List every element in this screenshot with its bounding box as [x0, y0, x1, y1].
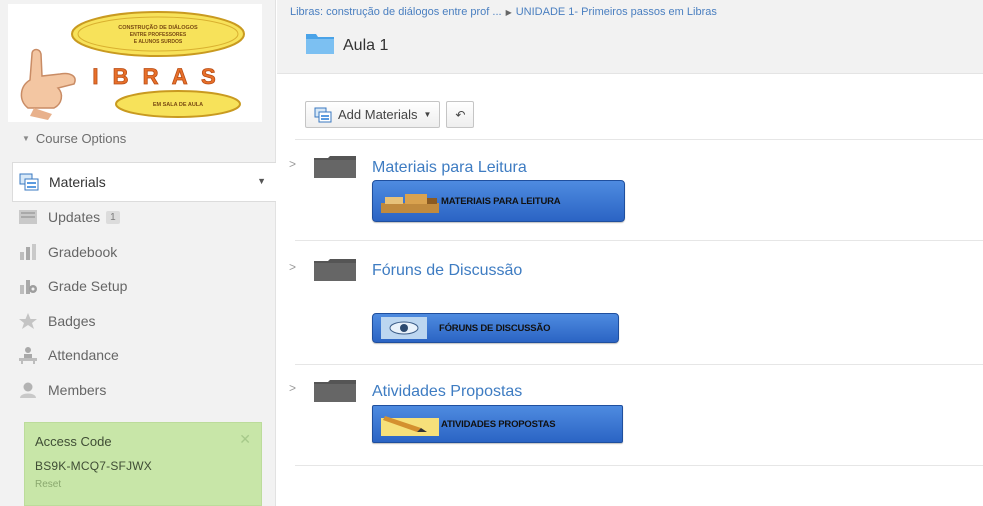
- access-code-panel: Access Code BS9K-MCQ7-SFJWX Reset ✕: [24, 422, 262, 506]
- folder-icon: [314, 156, 356, 178]
- sidebar-nav: Materials ▼ Updates 1 Gradebook Grade Se…: [12, 162, 276, 407]
- course-options-toggle[interactable]: ▼ Course Options: [22, 131, 126, 146]
- svg-text:E ALUNOS SURDOS: E ALUNOS SURDOS: [134, 39, 183, 45]
- sidebar-item-label: Grade Setup: [48, 278, 128, 295]
- page-header: Libras: construção de diálogos entre pro…: [277, 0, 983, 74]
- breadcrumb: Libras: construção de diálogos entre pro…: [290, 6, 717, 18]
- close-icon[interactable]: ✕: [239, 431, 251, 448]
- sidebar-item-label: Attendance: [48, 347, 119, 364]
- add-materials-button[interactable]: Add Materials ▼: [305, 101, 441, 128]
- chevron-down-icon: ▼: [22, 134, 30, 143]
- breadcrumb-separator-icon: ▶: [505, 8, 512, 17]
- sidebar-item-grade-setup[interactable]: Grade Setup: [12, 269, 276, 304]
- folder-icon: [314, 380, 356, 402]
- sidebar: CONSTRUÇÃO DE DIÁLOGOS ENTRE PROFESSORES…: [0, 0, 276, 506]
- sidebar-item-label: Materials: [49, 174, 106, 190]
- access-code-reset-link[interactable]: Reset: [35, 479, 251, 490]
- folder-icon: [305, 30, 335, 56]
- updates-count-badge: 1: [106, 210, 120, 224]
- attendance-icon: [17, 345, 39, 365]
- badges-icon: [17, 311, 39, 331]
- sidebar-item-label: Updates: [48, 209, 101, 226]
- caret-down-icon[interactable]: ▼: [257, 176, 266, 186]
- undo-icon: ↶: [455, 107, 466, 122]
- page-title: Aula 1: [343, 37, 389, 54]
- add-materials-label: Add Materials: [338, 107, 418, 122]
- access-code-title: Access Code: [35, 434, 112, 449]
- materials-banner[interactable]: MATERIAIS PARA LEITURA: [372, 180, 625, 222]
- materials-icon: [18, 172, 40, 192]
- banner-label: ATIVIDADES PROPOSTAS: [441, 418, 556, 430]
- sidebar-item-materials[interactable]: Materials ▼: [12, 162, 276, 202]
- chevron-right-icon[interactable]: >: [289, 157, 296, 171]
- undo-button[interactable]: ↶: [446, 101, 475, 128]
- activities-banner[interactable]: ATIVIDADES PROPOSTAS: [372, 405, 623, 443]
- chevron-right-icon[interactable]: >: [289, 381, 296, 395]
- updates-icon: [17, 207, 39, 227]
- grade-setup-icon: [17, 276, 39, 296]
- course-logo: CONSTRUÇÃO DE DIÁLOGOS ENTRE PROFESSORES…: [8, 4, 262, 122]
- folder-title-link[interactable]: Fóruns de Discussão: [372, 262, 522, 280]
- eye-icon: [381, 317, 427, 339]
- divider: [295, 139, 983, 140]
- sidebar-item-attendance[interactable]: Attendance: [12, 338, 276, 373]
- divider: [295, 364, 983, 365]
- svg-text:EM SALA DE AULA: EM SALA DE AULA: [153, 102, 203, 108]
- toolbar: Add Materials ▼ ↶: [305, 101, 475, 128]
- banner-label: MATERIAIS PARA LEITURA: [441, 195, 561, 207]
- sidebar-item-label: Members: [48, 381, 107, 398]
- divider: [295, 240, 983, 241]
- add-materials-icon: [314, 107, 332, 123]
- folder-title-link[interactable]: Materiais para Leitura: [372, 159, 527, 177]
- gradebook-icon: [17, 242, 39, 262]
- sidebar-item-badges[interactable]: Badges: [12, 304, 276, 339]
- sidebar-item-members[interactable]: Members: [12, 373, 276, 408]
- books-icon: [381, 189, 439, 213]
- svg-text:ENTRE PROFESSORES: ENTRE PROFESSORES: [130, 32, 187, 38]
- sidebar-item-gradebook[interactable]: Gradebook: [12, 235, 276, 270]
- caret-down-icon: ▼: [423, 110, 432, 119]
- folder-row[interactable]: > Fóruns de Discussão: [284, 254, 983, 364]
- folder-title-link[interactable]: Atividades Propostas: [372, 383, 522, 401]
- folder-icon: [314, 259, 356, 281]
- course-options-label: Course Options: [35, 131, 127, 146]
- breadcrumb-course-link[interactable]: Libras: construção de diálogos entre pro…: [290, 6, 502, 18]
- access-code-value: BS9K-MCQ7-SFJWX: [35, 459, 153, 473]
- divider: [295, 465, 983, 466]
- members-icon: [17, 380, 39, 400]
- breadcrumb-unit-link[interactable]: UNIDADE 1- Primeiros passos em Libras: [516, 6, 717, 18]
- pencil-icon: [381, 412, 439, 436]
- sidebar-item-label: Gradebook: [48, 243, 118, 260]
- chevron-right-icon[interactable]: >: [289, 260, 296, 274]
- sidebar-item-updates[interactable]: Updates 1: [12, 200, 276, 235]
- logo-top-line1: CONSTRUÇÃO DE DIÁLOGOS: [118, 24, 198, 31]
- logo-brand-text: I B R A S: [92, 64, 219, 89]
- banner-label: FÓRUNS DE DISCUSSÃO: [439, 322, 551, 334]
- forums-banner[interactable]: FÓRUNS DE DISCUSSÃO: [372, 313, 619, 343]
- sidebar-item-label: Badges: [48, 312, 96, 329]
